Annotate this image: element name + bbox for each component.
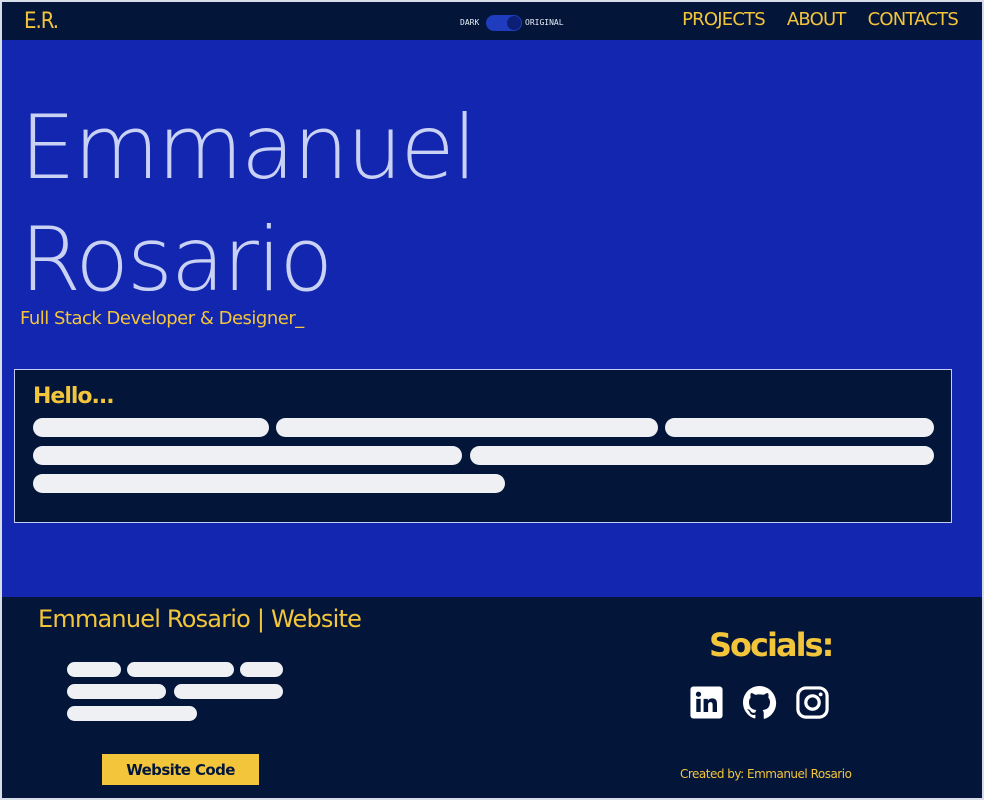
socials-title: Socials: bbox=[709, 626, 834, 664]
navbar: E.R. DARK ORIGINAL PROJECTS ABOUT CONTAC… bbox=[2, 2, 982, 40]
github-icon[interactable] bbox=[742, 685, 777, 720]
text-placeholder-bar bbox=[665, 418, 934, 437]
hello-card: Hello... bbox=[14, 369, 952, 523]
nav-link-about[interactable]: ABOUT bbox=[787, 9, 846, 30]
toggle-label-dark: DARK bbox=[460, 18, 480, 27]
text-placeholder-bar bbox=[174, 684, 283, 699]
footer-credit: Created by: Emmanuel Rosario bbox=[680, 767, 852, 781]
nav-link-projects[interactable]: PROJECTS bbox=[682, 9, 766, 30]
instagram-icon[interactable] bbox=[795, 685, 830, 720]
nav-links: PROJECTS ABOUT CONTACTS bbox=[682, 9, 959, 30]
text-placeholder-bar bbox=[33, 418, 269, 437]
hero-section: Emmanuel Rosario Full Stack Developer & … bbox=[2, 40, 982, 597]
text-placeholder-bar bbox=[67, 706, 197, 721]
text-placeholder-bar bbox=[67, 684, 166, 699]
nav-link-contacts[interactable]: CONTACTS bbox=[868, 9, 959, 30]
social-icons bbox=[689, 685, 830, 720]
hero-name-first: Emmanuel bbox=[20, 96, 477, 199]
hero-name: Emmanuel Rosario bbox=[20, 92, 477, 316]
text-placeholder-bar bbox=[127, 662, 234, 677]
text-placeholder-bar bbox=[240, 662, 283, 677]
text-placeholder-bar bbox=[276, 418, 658, 437]
hero-subtitle: Full Stack Developer & Designer_ bbox=[20, 308, 304, 329]
toggle-knob[interactable] bbox=[507, 16, 521, 30]
text-placeholder-bar bbox=[33, 474, 505, 493]
linkedin-icon[interactable] bbox=[689, 685, 724, 720]
hero-name-last: Rosario bbox=[20, 208, 333, 311]
site-logo[interactable]: E.R. bbox=[24, 9, 59, 34]
text-placeholder-bar bbox=[33, 446, 462, 465]
toggle-switch[interactable] bbox=[486, 15, 522, 31]
hello-title: Hello... bbox=[33, 384, 115, 409]
text-placeholder-bar bbox=[470, 446, 934, 465]
footer: Emmanuel Rosario | Website Website Code … bbox=[2, 597, 982, 798]
footer-title: Emmanuel Rosario | Website bbox=[38, 605, 362, 633]
text-placeholder-bar bbox=[67, 662, 121, 677]
website-code-button[interactable]: Website Code bbox=[102, 754, 259, 785]
toggle-label-original: ORIGINAL bbox=[525, 18, 564, 27]
